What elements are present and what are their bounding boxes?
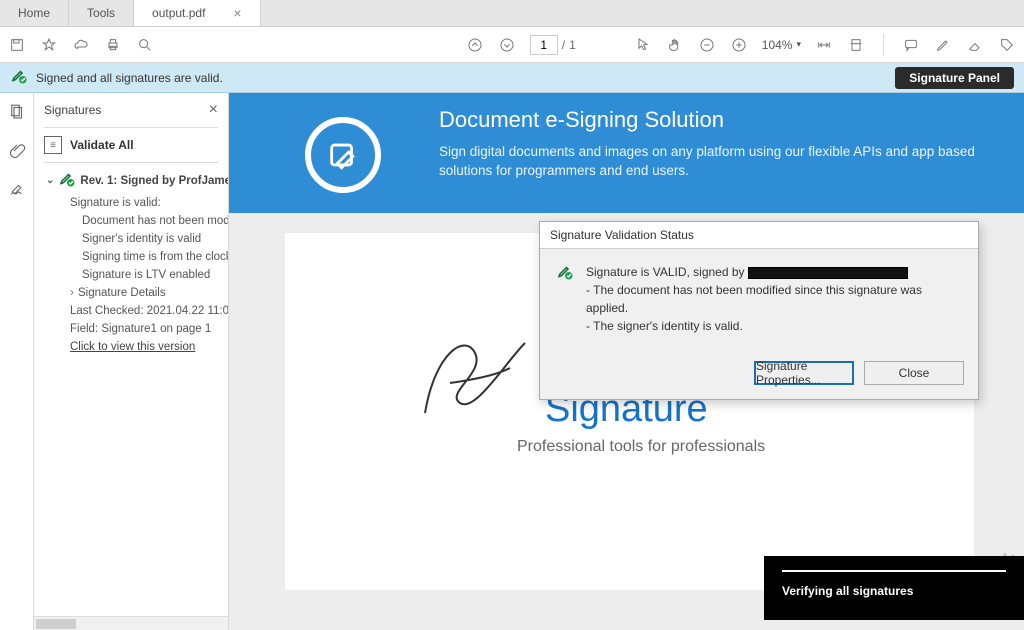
- signature-validation-dialog: Signature Validation Status Signature is…: [539, 221, 979, 400]
- signatures-panel: Signatures × ≡ Validate All ⌄ Rev. 1: Si…: [34, 93, 229, 630]
- search-icon[interactable]: [136, 36, 154, 54]
- eraser-icon[interactable]: [966, 36, 984, 54]
- fit-width-icon[interactable]: [815, 36, 833, 54]
- hand-icon[interactable]: [666, 36, 684, 54]
- left-rail: [0, 93, 34, 630]
- fit-page-icon[interactable]: [847, 36, 865, 54]
- tab-home[interactable]: Home: [0, 0, 69, 26]
- star-icon[interactable]: [40, 36, 58, 54]
- chevron-down-icon: ⌄: [46, 175, 54, 186]
- tree-line: Signature is valid:: [38, 194, 224, 212]
- toast-progress: [782, 570, 1006, 572]
- panel-scrollbar[interactable]: [34, 616, 228, 630]
- validate-all-icon: ≡: [44, 136, 62, 154]
- print-icon[interactable]: [104, 36, 122, 54]
- tagline: Professional tools for professionals: [517, 438, 765, 456]
- tab-file[interactable]: output.pdf ×: [134, 0, 261, 26]
- banner: Document e-Signing Solution Sign digital…: [229, 93, 1024, 213]
- tag-icon[interactable]: [998, 36, 1016, 54]
- signatures-panel-title: Signatures: [44, 103, 101, 117]
- banner-circle-icon: [305, 117, 381, 193]
- zoom-in-icon[interactable]: [730, 36, 748, 54]
- signature-rev-row[interactable]: ⌄ Rev. 1: Signed by ProfJamesMor: [38, 167, 224, 194]
- signature-scribble: [405, 323, 545, 433]
- banner-title: Document e-Signing Solution: [439, 107, 1000, 133]
- page-indicator: /1: [530, 35, 576, 55]
- zoom-out-icon[interactable]: [698, 36, 716, 54]
- signature-properties-button[interactable]: Signature Properties...: [754, 361, 854, 385]
- redacted-name: [748, 267, 908, 279]
- page-current-input[interactable]: [530, 35, 558, 55]
- banner-subtitle: Sign digital documents and images on any…: [439, 143, 1000, 181]
- document-canvas: Document e-Signing Solution Sign digital…: [229, 93, 1024, 630]
- verifying-toast: Verifying all signatures: [764, 556, 1024, 620]
- toast-message: Verifying all signatures: [782, 584, 1006, 598]
- dialog-title: Signature Validation Status: [540, 222, 978, 249]
- tree-line: Field: Signature1 on page 1: [38, 320, 224, 338]
- attachment-icon[interactable]: [8, 142, 26, 163]
- signature-rail-icon[interactable]: [8, 181, 26, 202]
- signature-status-text: Signed and all signatures are valid.: [36, 71, 223, 85]
- view-version-link[interactable]: Click to view this version: [38, 338, 224, 356]
- pointer-icon[interactable]: [634, 36, 652, 54]
- signature-panel-button[interactable]: Signature Panel: [895, 67, 1014, 89]
- close-panel-icon[interactable]: ×: [209, 101, 218, 119]
- close-tab-icon[interactable]: ×: [233, 5, 241, 21]
- tab-tools[interactable]: Tools: [69, 0, 134, 26]
- thumbnails-icon[interactable]: [8, 103, 26, 124]
- tree-line: Last Checked: 2021.04.22 11:06:1: [38, 302, 224, 320]
- cloud-icon[interactable]: [72, 36, 90, 54]
- page-up-icon[interactable]: [466, 36, 484, 54]
- dialog-close-button[interactable]: Close: [864, 361, 964, 385]
- validate-all-button[interactable]: ≡ Validate All: [34, 128, 228, 162]
- comment-icon[interactable]: [902, 36, 920, 54]
- toolbar: /1 104%▾: [0, 27, 1024, 63]
- signature-details-row[interactable]: ›Signature Details: [38, 284, 224, 302]
- tree-line: Signing time is from the clock: [38, 248, 224, 266]
- zoom-select[interactable]: 104%▾: [762, 38, 801, 52]
- tree-line: Signature is LTV enabled: [38, 266, 224, 284]
- signature-tree: ⌄ Rev. 1: Signed by ProfJamesMor Signatu…: [34, 163, 228, 356]
- signature-ok-icon: [58, 170, 76, 191]
- signature-valid-icon: [10, 67, 28, 88]
- tab-file-label: output.pdf: [152, 6, 205, 20]
- tree-line: Signer's identity is valid: [38, 230, 224, 248]
- tree-line: Document has not been mod: [38, 212, 224, 230]
- pen-icon[interactable]: [934, 36, 952, 54]
- page-down-icon[interactable]: [498, 36, 516, 54]
- dialog-body-text: Signature is VALID, signed by - The docu…: [586, 263, 962, 335]
- signature-status-bar: Signed and all signatures are valid. Sig…: [0, 63, 1024, 93]
- save-icon[interactable]: [8, 36, 26, 54]
- tab-bar: Home Tools output.pdf ×: [0, 0, 1024, 27]
- dialog-valid-icon: [556, 263, 574, 335]
